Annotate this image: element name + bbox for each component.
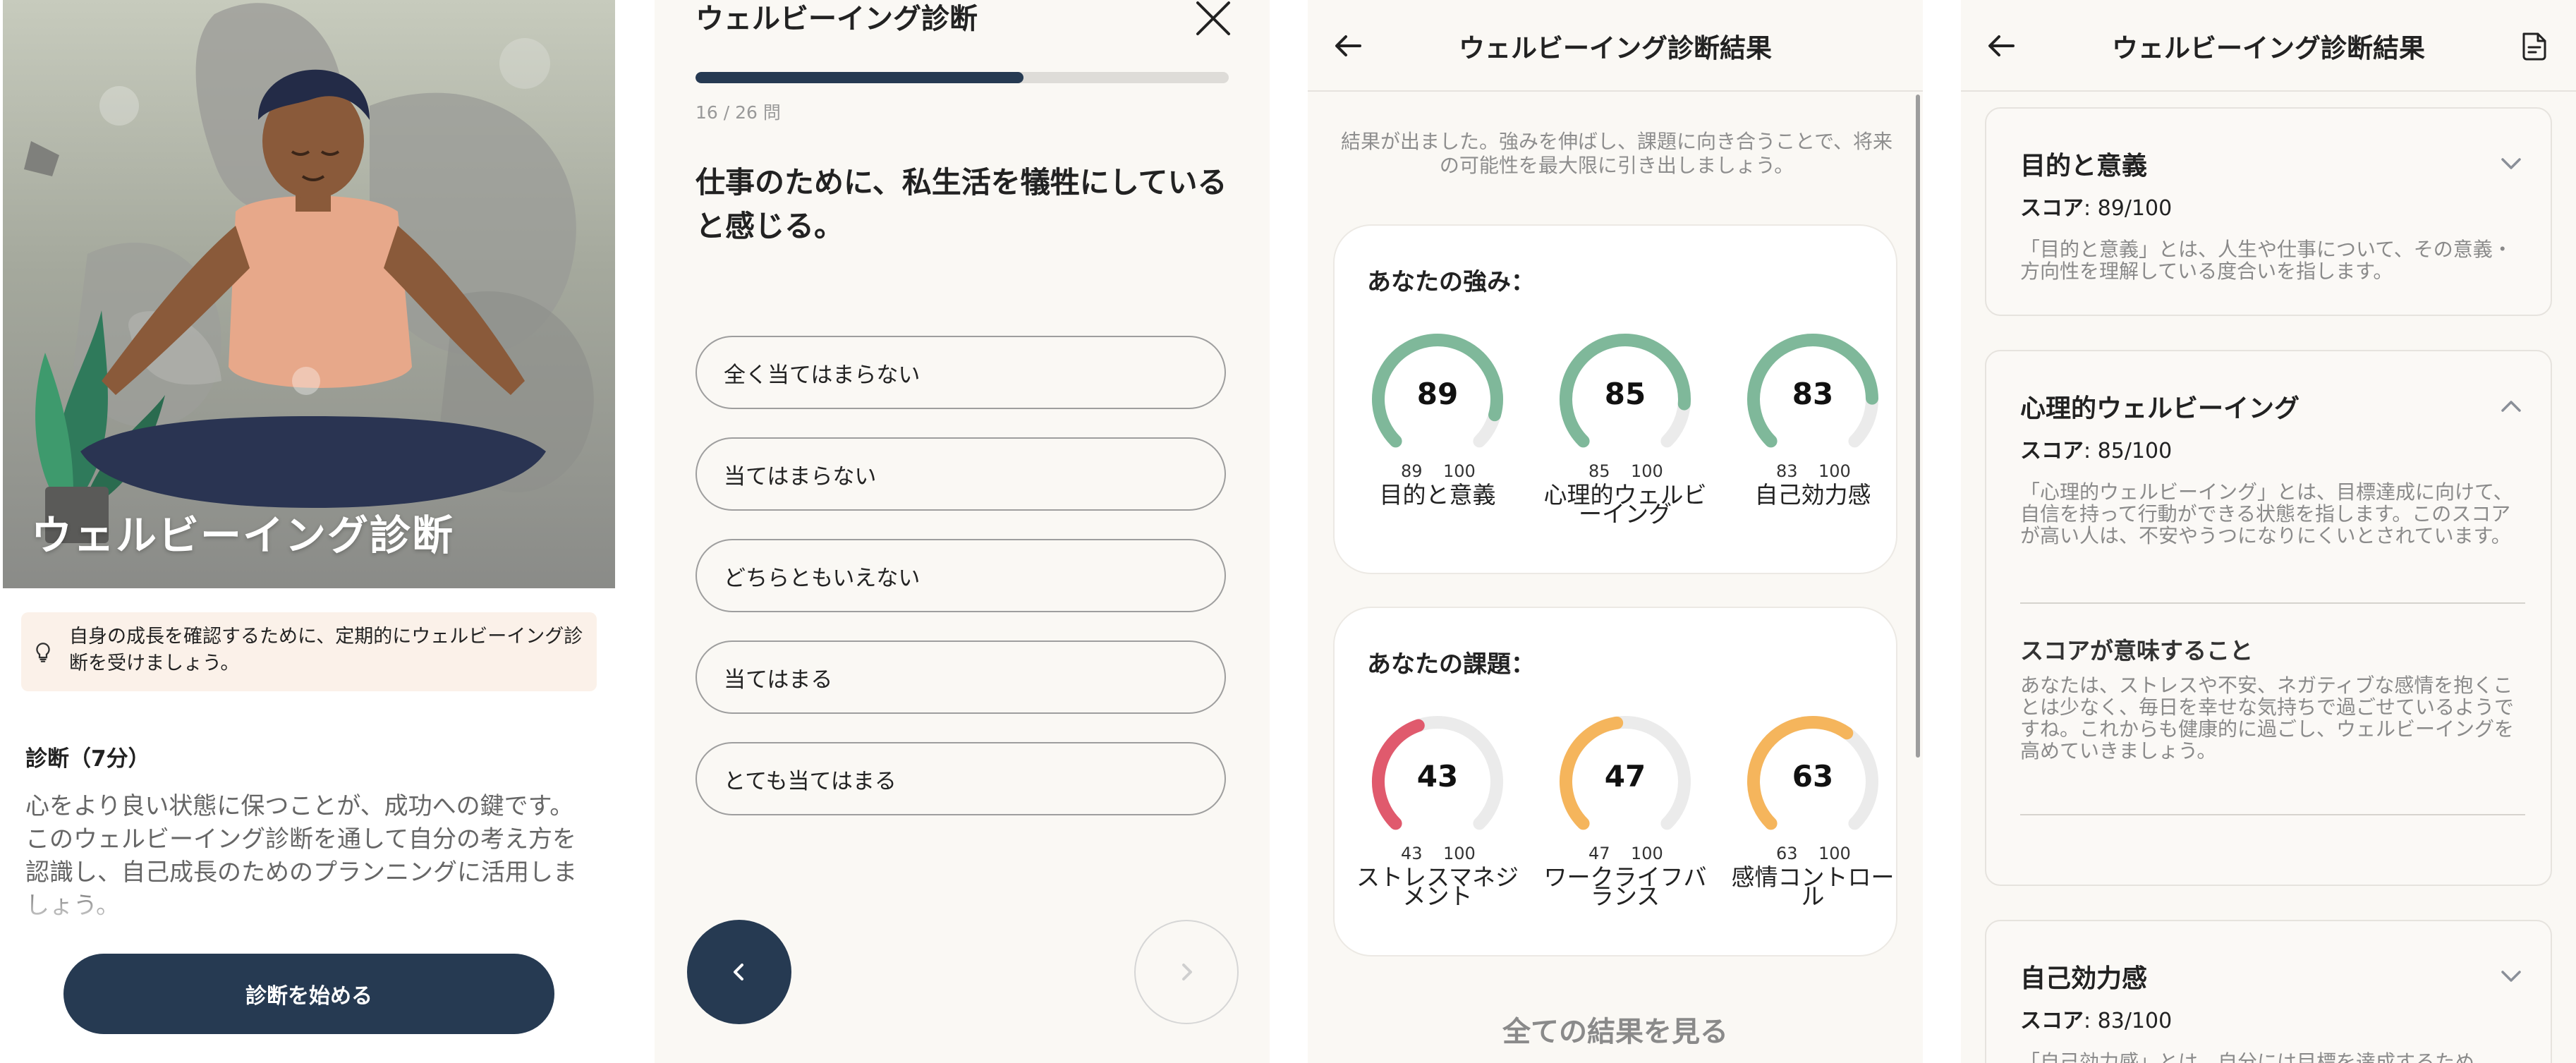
- scroll-fade: [0, 882, 615, 938]
- gauge-category-label: ストレスマネジメント: [1356, 863, 1519, 910]
- accordion-self-efficacy[interactable]: 自己効力感 スコア: 83/100 「自己効力感」とは、自分には目標を達成するた…: [1985, 920, 2552, 1063]
- gauge-min-label: 43: [1401, 844, 1423, 863]
- previous-question-button[interactable]: [687, 920, 791, 1024]
- hint-banner: 自身の成長を確認するために、定期的にウェルビーイング診断を受けましょう。: [21, 612, 597, 691]
- gauge-category-label: ワークライフバランス: [1543, 863, 1707, 910]
- strengths-title: あなたの強み：: [1367, 268, 1535, 296]
- progress-bar-fill: [695, 72, 1024, 83]
- gauge-min-label: 89: [1401, 461, 1423, 481]
- accordion-purpose[interactable]: 目的と意義 スコア: 89/100 「目的と意義」とは、人生や仕事について、その…: [1985, 107, 2552, 316]
- section-title: 診断（7分）: [25, 746, 150, 772]
- hint-text: 自身の成長を確認するために、定期的にウェルビーイング診断を受けましょう。: [69, 626, 583, 674]
- see-all-results-link[interactable]: 全ての結果を見る: [1308, 1009, 1923, 1050]
- accordion-psychological-wellbeing[interactable]: 心理的ウェルビーイング スコア: 85/100 「心理的ウェルビーイング」とは、…: [1985, 350, 2552, 886]
- gauge-category-label: 感情コントロール: [1731, 863, 1895, 910]
- answer-option[interactable]: とても当てはまる: [695, 742, 1226, 815]
- meditation-illustration: [24, 3, 594, 543]
- chevron-down-icon[interactable]: [2498, 968, 2524, 988]
- gauge-value: 43: [1416, 759, 1459, 794]
- gauge-max-label: 100: [1443, 844, 1476, 863]
- detail-screen: ウェルビーイング診断結果 目的と意義 スコア: 89/100 「目的と意義」とは…: [1961, 0, 2576, 1063]
- gauge-max-label: 100: [1631, 844, 1663, 863]
- challenges-card: あなたの課題： 43 43 100 ストレスマネジメント 47 47 100 ワークライフバラ…: [1333, 607, 1897, 956]
- score-text: スコア: 89/100: [2020, 196, 2173, 221]
- gauge-max-label: 100: [1818, 844, 1851, 863]
- chevron-left-icon: [734, 964, 743, 980]
- app-header: ウェルビーイング診断結果: [1308, 0, 1923, 92]
- accordion-description: 「目的と意義」とは、人生や仕事について、その意義・方向性を理解している度合いを指…: [2020, 238, 2513, 283]
- progress-count: 16 / 26 問: [695, 102, 781, 123]
- gauge-category-label: 目的と意義: [1379, 481, 1496, 509]
- gauge-value: 89: [1416, 377, 1459, 411]
- strengths-card: あなたの強み： 89 89 100 目的と意義 85 85 100 心理的ウェルビーイング 83…: [1333, 224, 1897, 574]
- score-text: スコア: 85/100: [2020, 439, 2173, 463]
- challenges-title: あなたの課題：: [1367, 650, 1535, 679]
- answer-option[interactable]: 全く当てはまらない: [695, 336, 1226, 409]
- gauge-min-label: 85: [1588, 461, 1610, 481]
- result-intro: 結果が出ました。強みを伸ばし、課題に向き合うことで、将来の可能性を最大限に引き出…: [1340, 130, 1893, 177]
- header-divider: [1308, 90, 1923, 92]
- result-screen: ウェルビーイング診断結果 結果が出ました。強みを伸ばし、課題に向き合うことで、将…: [1308, 0, 1923, 1063]
- score-text: スコア: 83/100: [2020, 1009, 2173, 1033]
- app-header: ウェルビーイング診断結果: [1961, 0, 2576, 92]
- accordion-title: 心理的ウェルビーイング: [2020, 394, 2300, 423]
- accordion-description: 「心理的ウェルビーイング」とは、目標達成に向けて、自信を持って行動ができる状態を…: [2020, 480, 2513, 547]
- answer-option[interactable]: どちらともいえない: [695, 539, 1226, 612]
- hero-title: ウェルビーイング診断: [31, 511, 455, 559]
- question-screen: ウェルビーイング診断 16 / 26 問 仕事のために、私生活を犠牲にしていると…: [655, 0, 1270, 1063]
- gauge-category-label: 心理的ウェルビーイング: [1543, 481, 1707, 528]
- chevron-down-icon[interactable]: [2498, 155, 2524, 175]
- divider: [2020, 602, 2525, 604]
- lightbulb-icon: [31, 640, 55, 667]
- gauge-value: 63: [1792, 759, 1834, 794]
- accordion-title: 目的と意義: [2020, 152, 2148, 181]
- accordion-description: 「自己効力感」とは、自分には目標を達成するため: [2020, 1050, 2475, 1063]
- page-title: ウェルビーイング診断結果: [1459, 33, 1772, 63]
- chevron-up-icon[interactable]: [2498, 398, 2524, 418]
- gauge-min-label: 63: [1776, 844, 1798, 863]
- page-title: ウェルビーイング診断結果: [2112, 33, 2425, 63]
- gauge-min-label: 83: [1776, 461, 1798, 481]
- start-diagnosis-button[interactable]: 診断を始める: [63, 954, 554, 1034]
- gauge-value: 85: [1604, 377, 1646, 411]
- question-screen-title: ウェルビーイング診断: [695, 3, 978, 35]
- intro-screen: ウェルビーイング診断 自身の成長を確認するために、定期的にウェルビーイング診断を…: [0, 0, 615, 1063]
- answer-option[interactable]: 当てはまる: [695, 640, 1226, 714]
- gauge-max-label: 100: [1818, 461, 1851, 481]
- scrollbar[interactable]: [1916, 95, 1920, 758]
- accordion-title: 自己効力感: [2020, 964, 2148, 993]
- close-icon[interactable]: [1192, 0, 1232, 42]
- gauge-value: 83: [1792, 377, 1834, 411]
- gauge-value: 47: [1604, 759, 1646, 794]
- question-text: 仕事のために、私生活を犠牲にしていると感じる。: [695, 165, 1227, 243]
- score-meaning-title: スコアが意味すること: [2020, 637, 2253, 664]
- chevron-right-icon: [1182, 964, 1192, 980]
- divider: [2020, 814, 2525, 815]
- document-icon[interactable]: [2517, 28, 2552, 66]
- answer-option[interactable]: 当てはまらない: [695, 437, 1226, 511]
- score-meaning-description: あなたは、ストレスや不安、ネガティブな感情を抱くことは少なく、毎日を幸せな気持ち…: [2020, 674, 2515, 763]
- hero-illustration: ウェルビーイング診断: [3, 0, 615, 588]
- gauge-max-label: 100: [1443, 461, 1476, 481]
- gauge-category-label: 自己効力感: [1754, 481, 1871, 509]
- next-question-button[interactable]: [1134, 920, 1239, 1024]
- header-divider: [1961, 90, 2576, 92]
- gauge-max-label: 100: [1631, 461, 1663, 481]
- gauge-min-label: 47: [1588, 844, 1610, 863]
- progress-bar: [695, 72, 1229, 83]
